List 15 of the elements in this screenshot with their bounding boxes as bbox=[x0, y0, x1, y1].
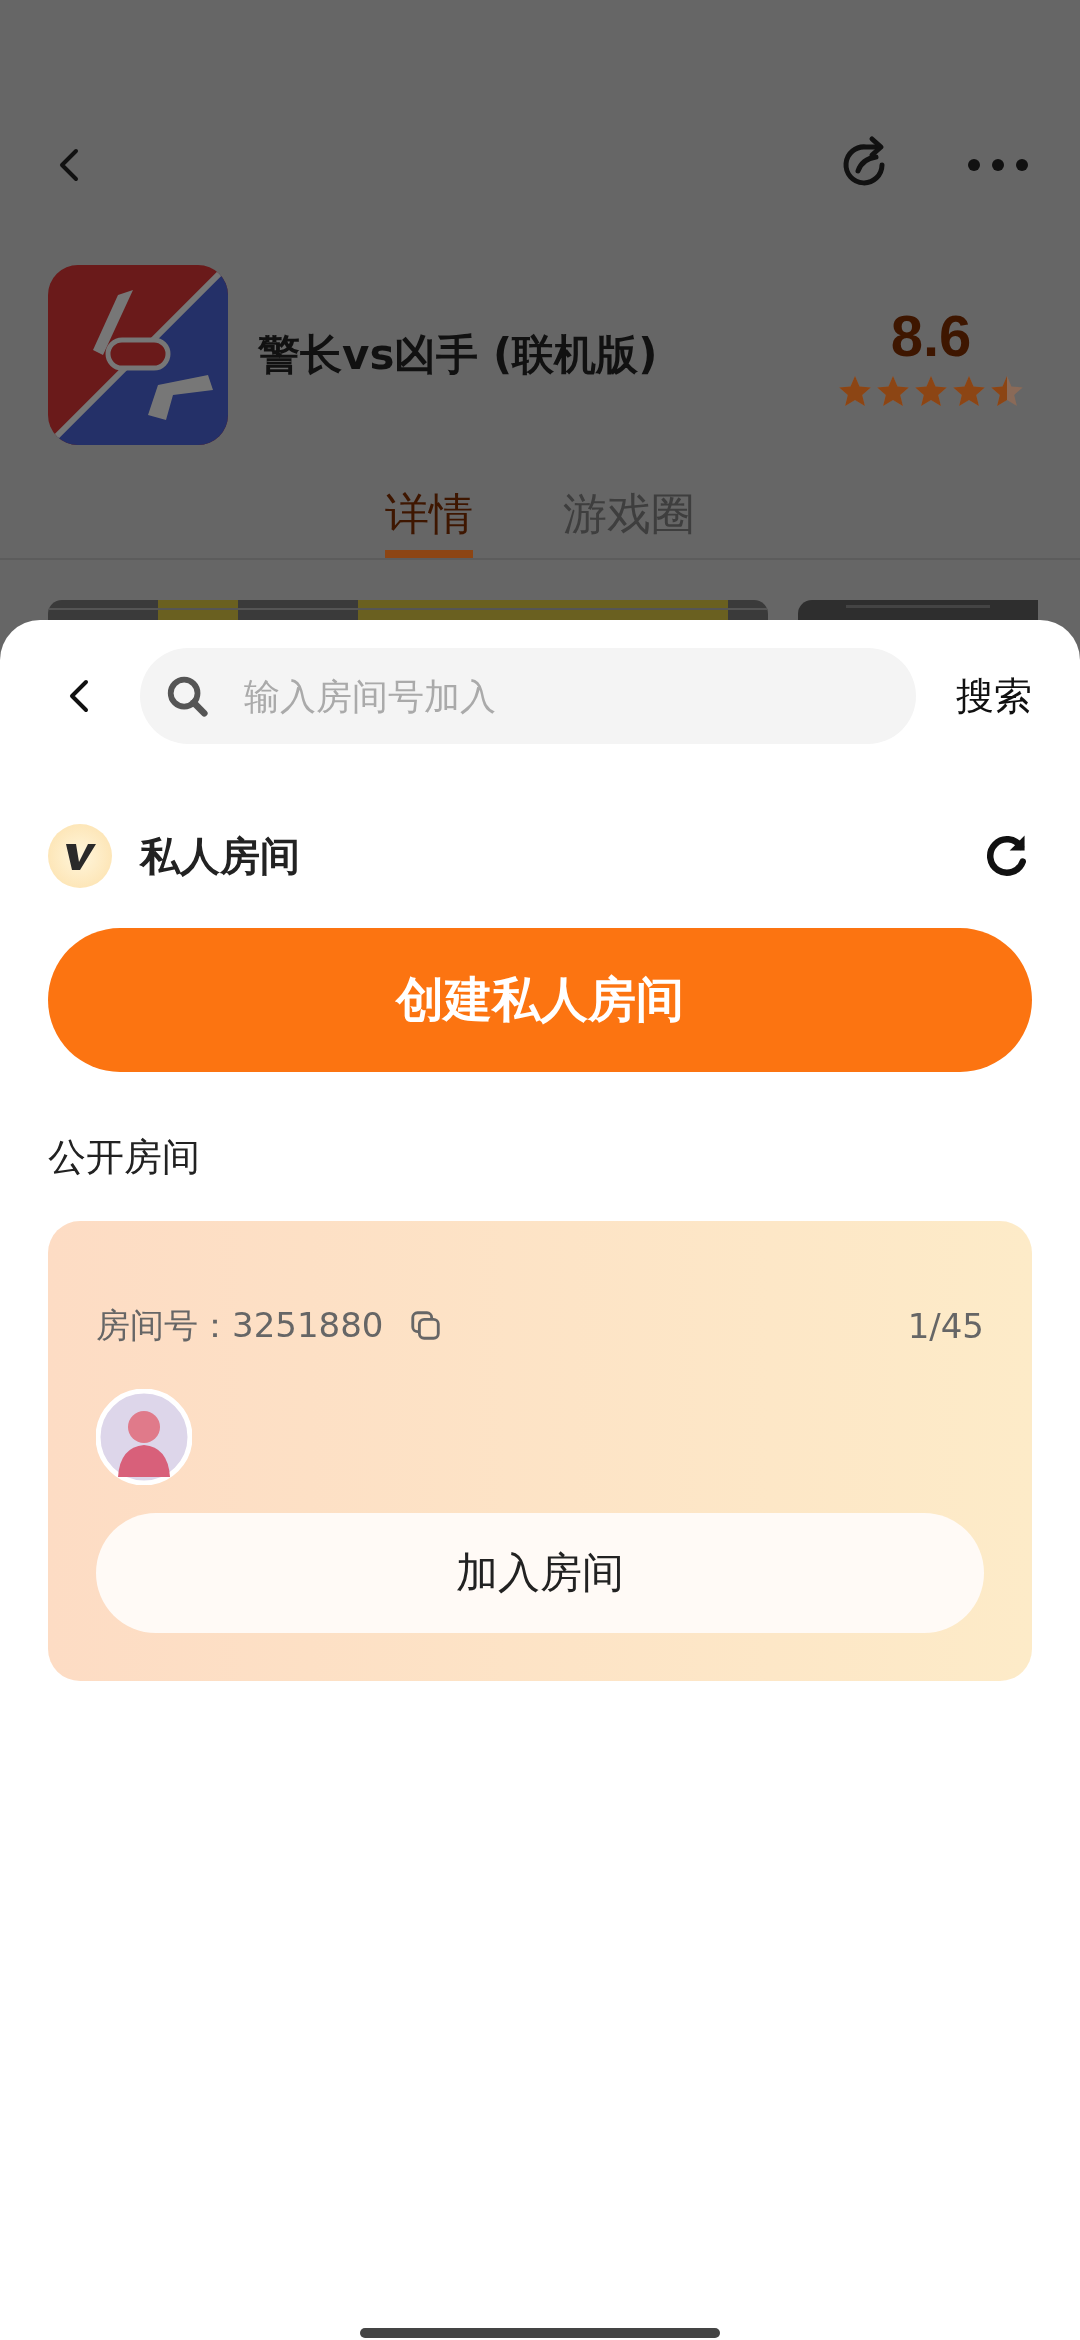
section-title: 私人房间 bbox=[140, 831, 300, 881]
search-field[interactable]: 输入房间号加入 bbox=[140, 648, 916, 744]
create-room-button[interactable]: 创建私人房间 bbox=[48, 928, 1032, 1072]
rating-score: 8.6 bbox=[890, 301, 972, 369]
tab[interactable]: 详情 bbox=[385, 485, 473, 558]
room-number: 房间号：3251880 bbox=[96, 1304, 384, 1347]
occupancy-count: 1/45 bbox=[907, 1306, 984, 1346]
app-title: 警长vs凶手 (联机版) bbox=[258, 329, 658, 381]
more-icon[interactable] bbox=[966, 157, 1030, 173]
search-button[interactable]: 搜索 bbox=[956, 670, 1032, 722]
avatar-icon bbox=[96, 1389, 192, 1485]
join-room-button[interactable]: 加入房间 bbox=[96, 1513, 984, 1633]
app-icon bbox=[48, 265, 228, 445]
v-badge-icon bbox=[48, 824, 112, 888]
section-title: 公开房间 bbox=[48, 1134, 201, 1181]
